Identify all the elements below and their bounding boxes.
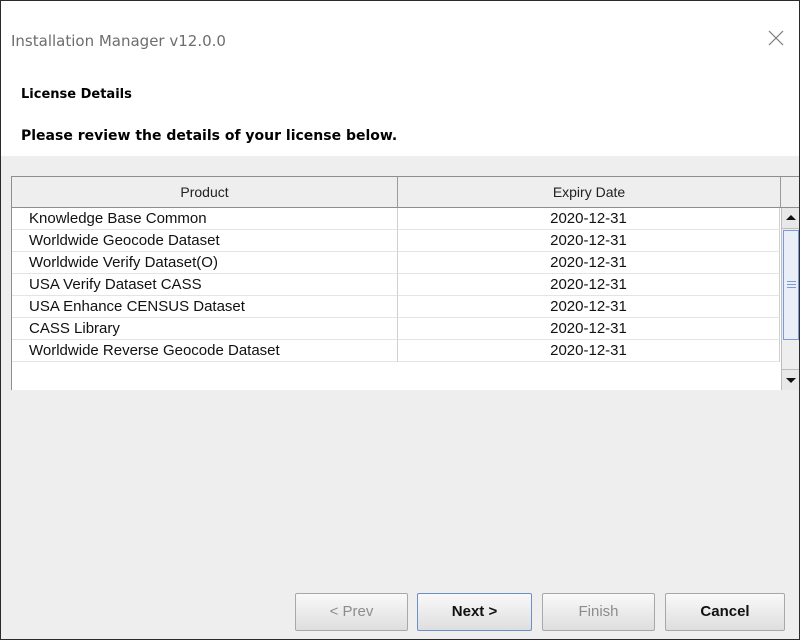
table-header: Product Expiry Date (12, 177, 799, 208)
table-corner (781, 177, 799, 207)
next-button[interactable]: Next > (417, 593, 532, 631)
table-row[interactable]: USA Verify Dataset CASS 2020-12-31 (12, 274, 780, 296)
table-row[interactable]: Knowledge Base Common 2020-12-31 (12, 208, 780, 230)
table-row[interactable]: CASS Library 2020-12-31 (12, 318, 780, 340)
prev-button[interactable]: < Prev (295, 593, 408, 631)
cell-product: CASS Library (12, 318, 398, 340)
scroll-thumb[interactable] (783, 230, 799, 340)
cell-expiry-date: 2020-12-31 (398, 296, 780, 318)
column-header-product[interactable]: Product (12, 177, 398, 207)
arrow-up-icon (786, 215, 796, 220)
installer-window: Installation Manager v12.0.0 License Det… (0, 0, 800, 640)
close-button[interactable] (765, 27, 787, 49)
cell-expiry-date: 2020-12-31 (398, 252, 780, 274)
cell-expiry-date: 2020-12-31 (398, 208, 780, 230)
table-row[interactable]: Worldwide Verify Dataset(O) 2020-12-31 (12, 252, 780, 274)
table-row[interactable]: Worldwide Reverse Geocode Dataset 2020-1… (12, 340, 780, 362)
section-title: License Details (21, 87, 132, 102)
wizard-content: Product Expiry Date Knowledge Base Commo… (1, 156, 799, 639)
cell-product: Worldwide Geocode Dataset (12, 230, 398, 252)
cell-expiry-date: 2020-12-31 (398, 340, 780, 362)
close-icon (768, 30, 784, 46)
thumb-grip (787, 284, 796, 285)
cell-expiry-date: 2020-12-31 (398, 318, 780, 340)
license-table: Product Expiry Date Knowledge Base Commo… (11, 176, 799, 390)
cell-product: USA Enhance CENSUS Dataset (12, 296, 398, 318)
cancel-button[interactable]: Cancel (665, 593, 785, 631)
vertical-scrollbar[interactable] (781, 208, 799, 390)
cell-expiry-date: 2020-12-31 (398, 230, 780, 252)
column-header-expiry-date[interactable]: Expiry Date (398, 177, 781, 207)
cell-product: USA Verify Dataset CASS (12, 274, 398, 296)
section-description: Please review the details of your licens… (21, 128, 398, 144)
arrow-down-icon (786, 378, 796, 383)
table-row[interactable]: USA Enhance CENSUS Dataset 2020-12-31 (12, 296, 780, 318)
cell-product: Knowledge Base Common (12, 208, 398, 230)
finish-button[interactable]: Finish (542, 593, 655, 631)
cell-expiry-date: 2020-12-31 (398, 274, 780, 296)
table-body: Knowledge Base Common 2020-12-31 Worldwi… (12, 208, 780, 362)
cell-product: Worldwide Verify Dataset(O) (12, 252, 398, 274)
wizard-header: License Details Please review the detail… (1, 81, 799, 156)
thumb-grip (787, 287, 796, 288)
cell-product: Worldwide Reverse Geocode Dataset (12, 340, 398, 362)
scroll-down-button[interactable] (782, 369, 799, 390)
window-title: Installation Manager v12.0.0 (11, 32, 226, 50)
scroll-up-button[interactable] (782, 208, 799, 229)
title-bar: Installation Manager v12.0.0 (1, 1, 799, 81)
table-row[interactable]: Worldwide Geocode Dataset 2020-12-31 (12, 230, 780, 252)
thumb-grip (787, 281, 796, 282)
